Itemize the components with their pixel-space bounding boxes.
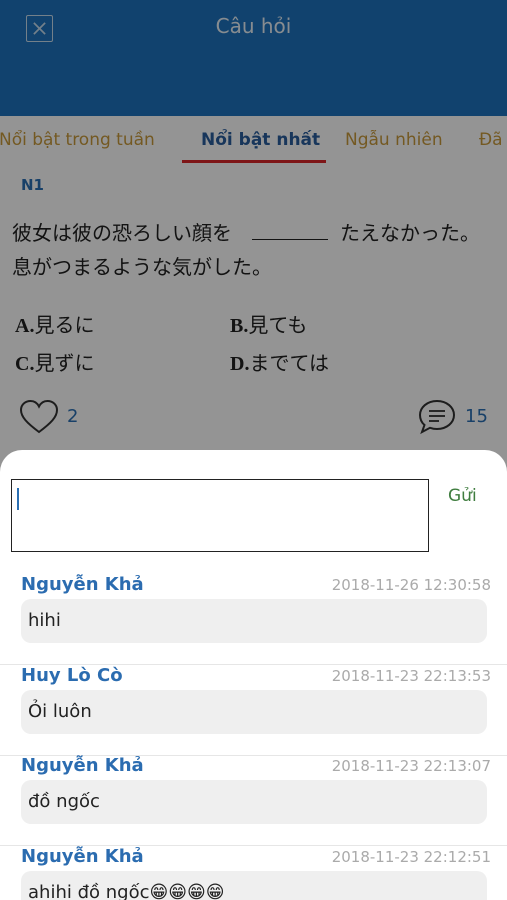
comment-input[interactable] [11, 479, 429, 552]
comment-item: Nguyễn Khả 2018-11-23 22:13:07 đồ ngốc [0, 755, 507, 846]
app-root: Câu hỏi Nổi bật trong tuần Nổi bật nhất … [0, 0, 507, 900]
comment-text: hihi [21, 599, 487, 643]
comment-text: ahihi đồ ngốc😁😁😁😁 [21, 871, 487, 900]
comment-text: đồ ngốc [21, 780, 487, 824]
comments-sheet: Gửi Nguyễn Khả 2018-11-26 12:30:58 hihi … [0, 450, 507, 900]
comment-time: 2018-11-23 22:13:53 [331, 667, 491, 685]
comment-text: Ỏi luôn [21, 690, 487, 734]
send-button[interactable]: Gửi [448, 486, 477, 506]
comment-author[interactable]: Huy Lò Cò [21, 665, 123, 686]
comment-author[interactable]: Nguyễn Khả [21, 574, 144, 595]
comment-item: Nguyễn Khả 2018-11-23 22:12:51 ahihi đồ … [0, 846, 507, 900]
comment-time: 2018-11-26 12:30:58 [331, 576, 491, 594]
comment-author[interactable]: Nguyễn Khả [21, 755, 144, 776]
comment-time: 2018-11-23 22:12:51 [331, 848, 491, 866]
comment-time: 2018-11-23 22:13:07 [331, 757, 491, 775]
text-caret [17, 488, 19, 510]
comment-author[interactable]: Nguyễn Khả [21, 846, 144, 867]
comment-item: Nguyễn Khả 2018-11-26 12:30:58 hihi [0, 574, 507, 665]
comment-item: Huy Lò Cò 2018-11-23 22:13:53 Ỏi luôn [0, 665, 507, 756]
